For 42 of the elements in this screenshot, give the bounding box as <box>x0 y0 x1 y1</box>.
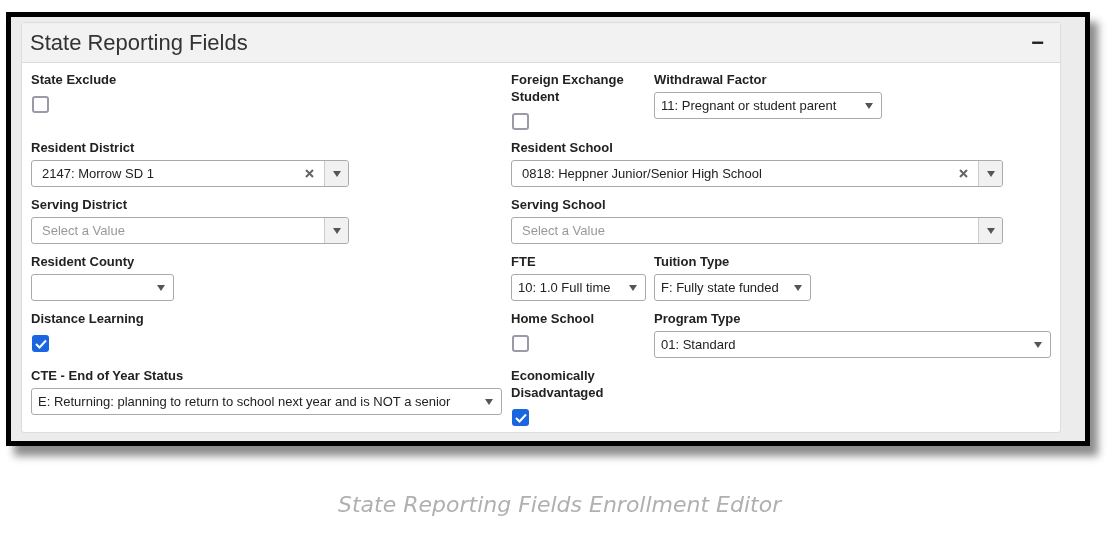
dropdown-arrow-icon <box>332 170 341 177</box>
field-label: Program Type <box>654 310 741 327</box>
field-label: FTE <box>511 253 536 270</box>
dropdown-select[interactable]: 11: Pregnant or student parent <box>654 92 882 119</box>
combo-box[interactable]: 0818: Heppner Junior/Senior High School <box>511 160 1003 187</box>
checkbox[interactable] <box>32 96 49 113</box>
clear-icon[interactable] <box>959 169 968 178</box>
field-label: Economically Disadvantaged <box>511 367 605 401</box>
dropdown-arrow-icon <box>485 398 493 405</box>
figure-caption: State Reporting Fields Enrollment Editor <box>338 492 782 517</box>
dropdown-arrow-icon <box>1034 341 1042 348</box>
field-label: Home School <box>511 310 595 327</box>
dropdown-arrow-icon <box>865 102 873 109</box>
field-label: CTE - End of Year Status <box>31 367 184 384</box>
field-label: State Exclude <box>31 71 117 88</box>
dropdown-select[interactable]: 01: Standard <box>654 331 1051 358</box>
field-label: Withdrawal Factor <box>654 71 767 88</box>
panel-title: State Reporting Fields <box>30 29 248 57</box>
field-label: Serving School <box>511 196 606 213</box>
dropdown-arrow-icon <box>332 227 341 234</box>
field-label: Serving District <box>31 196 128 213</box>
field-label: Foreign Exchange Student <box>511 71 625 105</box>
field-label: Tuition Type <box>654 253 730 270</box>
dropdown-arrow-icon <box>986 170 995 177</box>
collapse-button[interactable]: − <box>1031 31 1044 54</box>
dropdown-select[interactable]: F: Fully state funded <box>654 274 811 301</box>
checkbox[interactable] <box>512 113 529 130</box>
dropdown-arrow-icon <box>629 284 637 291</box>
dropdown-select[interactable]: 10: 1.0 Full time <box>511 274 646 301</box>
field-label: Resident District <box>31 139 135 156</box>
clear-icon[interactable] <box>305 169 314 178</box>
dropdown-select[interactable]: E: Returning: planning to return to school next year and is NOT a senior <box>31 388 502 415</box>
checkbox[interactable] <box>32 335 49 352</box>
dropdown-arrow-icon <box>157 284 165 291</box>
combo-box[interactable]: 2147: Morrow SD 1 <box>31 160 349 187</box>
field-label: Resident School <box>511 139 613 156</box>
field-label: Resident County <box>31 253 135 270</box>
field-label: Distance Learning <box>31 310 144 327</box>
dropdown-arrow-icon <box>986 227 995 234</box>
checkbox[interactable] <box>512 409 529 426</box>
checkbox[interactable] <box>512 335 529 352</box>
dropdown-arrow-icon <box>794 284 802 291</box>
